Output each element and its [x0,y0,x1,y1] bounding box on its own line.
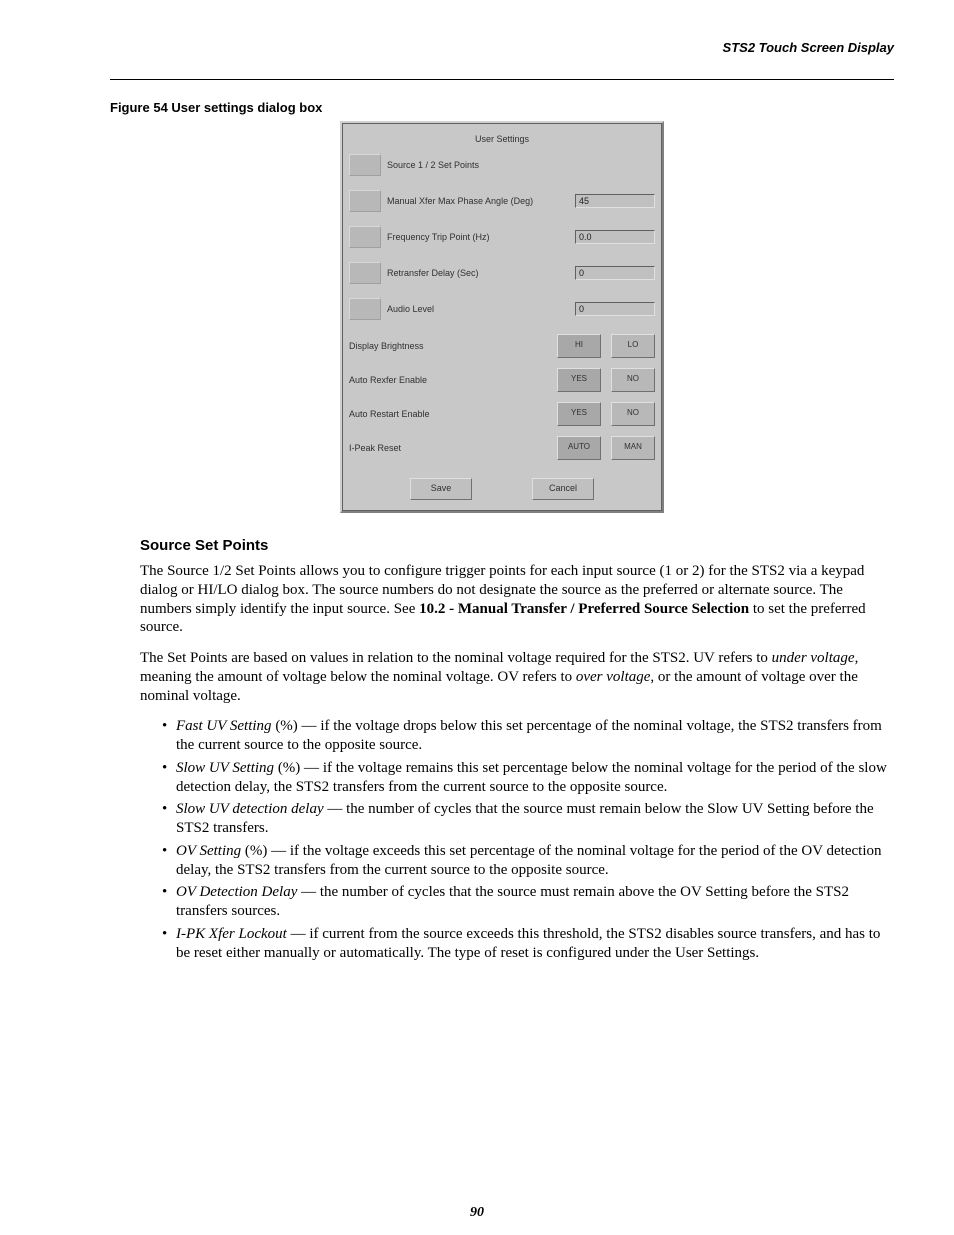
toggle-row-ipeak-reset: I-Peak Reset AUTO MAN [349,436,655,460]
term: Slow UV detection delay [176,801,324,817]
para2-term-uv: under voltage [772,650,855,666]
paragraph-2: The Set Points are based on values in re… [140,649,894,705]
row-handle [349,226,381,248]
term: OV Detection Delay [176,884,297,900]
term-suffix: — [324,801,347,817]
list-item: OV Detection Delay — the number of cycle… [162,883,894,921]
term: Slow UV Setting [176,760,274,776]
setting-row-source-set-points[interactable]: Source 1 / 2 Set Points [349,154,655,176]
term-suffix: — [287,926,310,942]
list-item: I-PK Xfer Lockout — if current from the … [162,925,894,963]
list-item: Fast UV Setting (%) — if the voltage dro… [162,717,894,755]
term-suffix: (%) — [241,843,290,859]
brightness-hi-button[interactable]: HI [557,334,601,358]
toggle-label: Auto Rexfer Enable [349,375,547,385]
term-suffix: (%) — [274,760,323,776]
section-heading-source-set-points: Source Set Points [140,537,894,554]
para1-crossref: 10.2 - Manual Transfer / Preferred Sourc… [419,601,749,617]
figure-caption: Figure 54 User settings dialog box [110,100,894,115]
row-label: Manual Xfer Max Phase Angle (Deg) [387,196,575,206]
setting-row-retransfer: Retransfer Delay (Sec) 0 [349,262,655,284]
setting-row-audio: Audio Level 0 [349,298,655,320]
row-label: Audio Level [387,304,575,314]
definitions-list: Fast UV Setting (%) — if the voltage dro… [162,717,894,962]
page-number: 90 [0,1205,954,1221]
para2-term-ov: over voltage [576,669,651,685]
term-suffix: — [297,884,320,900]
toggle-label: Display Brightness [349,341,547,351]
term: OV Setting [176,843,241,859]
brightness-lo-button[interactable]: LO [611,334,655,358]
cancel-button[interactable]: Cancel [532,478,594,500]
row-handle [349,154,381,176]
row-handle [349,262,381,284]
ipeak-auto-button[interactable]: AUTO [557,436,601,460]
row-handle [349,190,381,212]
auto-restart-no-button[interactable]: NO [611,402,655,426]
toggle-label: I-Peak Reset [349,443,547,453]
dialog-title: User Settings [349,128,655,154]
toggle-row-brightness: Display Brightness HI LO [349,334,655,358]
ipeak-man-button[interactable]: MAN [611,436,655,460]
setting-row-manual-xfer: Manual Xfer Max Phase Angle (Deg) 45 [349,190,655,212]
toggle-row-auto-rexfer: Auto Rexfer Enable YES NO [349,368,655,392]
row-label: Frequency Trip Point (Hz) [387,232,575,242]
audio-input[interactable]: 0 [575,302,655,316]
row-handle [349,298,381,320]
doc-header: STS2 Touch Screen Display [110,40,894,59]
para2-text-a: The Set Points are based on values in re… [140,650,772,666]
term: I-PK Xfer Lockout [176,926,287,942]
row-label: Source 1 / 2 Set Points [387,160,655,170]
list-item: Slow UV detection delay — the number of … [162,800,894,838]
user-settings-dialog: User Settings Source 1 / 2 Set Points Ma… [340,121,664,513]
toggle-label: Auto Restart Enable [349,409,547,419]
paragraph-1: The Source 1/2 Set Points allows you to … [140,562,894,637]
row-label: Retransfer Delay (Sec) [387,268,575,278]
term: Fast UV Setting [176,718,272,734]
term-suffix: (%) — [272,718,321,734]
freq-trip-input[interactable]: 0.0 [575,230,655,244]
toggle-row-auto-restart: Auto Restart Enable YES NO [349,402,655,426]
list-item: Slow UV Setting (%) — if the voltage rem… [162,759,894,797]
auto-rexfer-no-button[interactable]: NO [611,368,655,392]
manual-xfer-input[interactable]: 45 [575,194,655,208]
auto-restart-yes-button[interactable]: YES [557,402,601,426]
list-item: OV Setting (%) — if the voltage exceeds … [162,842,894,880]
retransfer-input[interactable]: 0 [575,266,655,280]
auto-rexfer-yes-button[interactable]: YES [557,368,601,392]
save-button[interactable]: Save [410,478,472,500]
setting-row-freq-trip: Frequency Trip Point (Hz) 0.0 [349,226,655,248]
header-rule [110,79,894,80]
